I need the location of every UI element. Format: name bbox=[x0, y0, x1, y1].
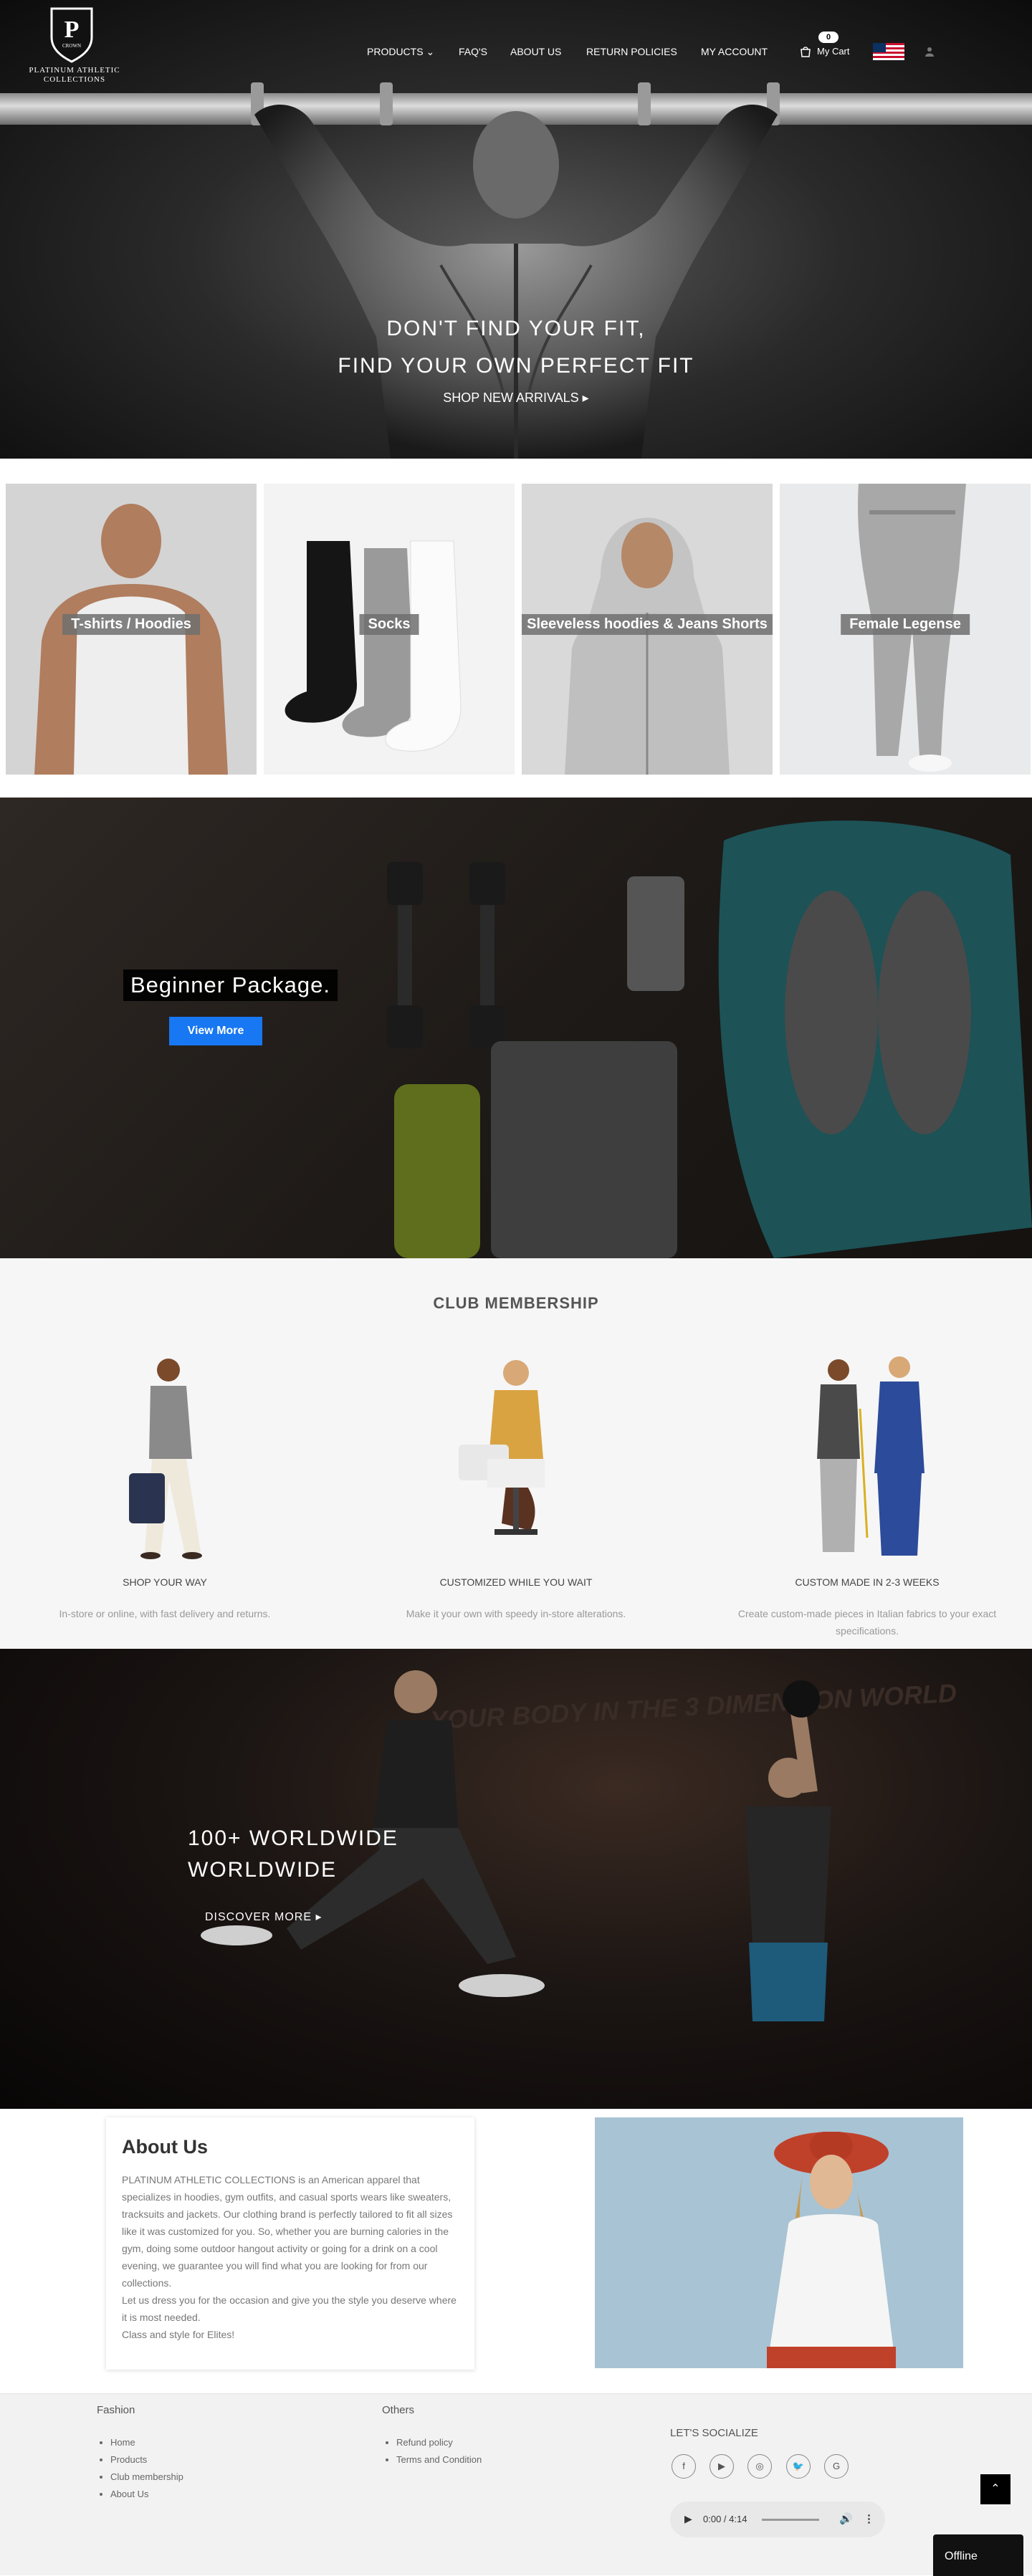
footer-link[interactable]: Home bbox=[110, 2434, 183, 2451]
gym-athletes-image bbox=[201, 1670, 831, 2021]
footer-link[interactable]: Refund policy bbox=[396, 2434, 482, 2451]
about-text-3: Class and style for Elites! bbox=[122, 2329, 235, 2340]
footer-link-refund-policy[interactable]: Refund policy bbox=[396, 2437, 453, 2448]
footer-link-club-membership[interactable]: Club membership bbox=[110, 2471, 183, 2482]
worldwide-banner: YOUR BODY IN THE 3 DIMENSION WORLD 100+ … bbox=[0, 1649, 1032, 2109]
category-tile-sleeveless[interactable]: Sleeveless hoodies & Jeans Shorts bbox=[522, 484, 773, 775]
hero-title-line1: DON'T FIND YOUR FIT, bbox=[386, 317, 646, 340]
footer-fashion-title: Fashion bbox=[97, 2404, 135, 2416]
about-text-2: Let us dress you for the occasion and gi… bbox=[122, 2294, 457, 2323]
nav-return-policies[interactable]: RETURN POLICIES bbox=[586, 46, 677, 57]
site-footer: Fashion Home Products Club membership Ab… bbox=[0, 2393, 1032, 2576]
feature-custom-made: CUSTOM MADE IN 2-3 WEEKS Create custom-m… bbox=[717, 1351, 1018, 1639]
section-title: CLUB MEMBERSHIP bbox=[433, 1294, 599, 1312]
footer-link[interactable]: About Us bbox=[110, 2486, 183, 2503]
view-more-button[interactable]: View More bbox=[169, 1017, 262, 1045]
audio-player: ▶ 0:00 / 4:14 🔊 ⋮ bbox=[670, 2501, 885, 2537]
volume-icon[interactable]: 🔊 bbox=[839, 2512, 853, 2525]
club-membership-section: CLUB MEMBERSHIP SHOP YOUR WAY In-store o… bbox=[0, 1258, 1032, 1649]
beginner-package-banner: Beginner Package. View More bbox=[0, 798, 1032, 1258]
player-time: 0:00 / 4:14 bbox=[703, 2514, 747, 2524]
category-tile-socks[interactable]: Socks bbox=[264, 484, 515, 775]
facebook-icon[interactable]: f bbox=[672, 2454, 696, 2479]
feature-desc: Make it your own with speedy in-store al… bbox=[406, 1608, 626, 1619]
cart-button[interactable]: 0 My Cart bbox=[800, 32, 857, 60]
feature-desc: In-store or online, with fast delivery a… bbox=[59, 1608, 271, 1619]
caret-right-icon: ▸ bbox=[582, 391, 589, 405]
discover-more-link[interactable]: DISCOVER MORE ▸ bbox=[205, 1910, 322, 1924]
category-label: Socks bbox=[359, 614, 419, 635]
cart-icon bbox=[801, 47, 811, 57]
feature-shop-your-way: SHOP YOUR WAY In-store or online, with f… bbox=[14, 1351, 315, 1622]
chevron-down-icon: ⌄ bbox=[426, 46, 435, 57]
feature-title: CUSTOM MADE IN 2-3 WEEKS bbox=[795, 1576, 940, 1588]
feature-desc: Create custom-made pieces in Italian fab… bbox=[737, 1608, 997, 1637]
footer-link-home[interactable]: Home bbox=[110, 2437, 135, 2448]
scroll-to-top-button[interactable]: ⌃ bbox=[980, 2474, 1010, 2504]
caret-right-icon: ▸ bbox=[315, 1911, 322, 1923]
gym-equipment-image bbox=[387, 820, 1032, 1258]
cart-label: My Cart bbox=[817, 46, 850, 57]
hero-banner: P CROWN PLATINUM ATHLETIC COLLECTIONS PR… bbox=[0, 0, 1032, 459]
nav-label: PRODUCTS bbox=[367, 46, 424, 57]
worldwide-line1: 100+ WORLDWIDE bbox=[188, 1826, 398, 1850]
youtube-icon[interactable]: ▶ bbox=[710, 2454, 734, 2479]
footer-fashion-links: Home Products Club membership About Us bbox=[97, 2434, 183, 2503]
shop-new-arrivals-link[interactable]: SHOP NEW ARRIVALS ▸ bbox=[0, 391, 1032, 406]
tailor-illustration bbox=[459, 1360, 545, 1535]
footer-others-title: Others bbox=[382, 2404, 415, 2416]
seek-bar[interactable] bbox=[762, 2519, 819, 2521]
category-label: Sleeveless hoodies & Jeans Shorts bbox=[522, 614, 773, 635]
category-tile-female-leggings[interactable]: Female Legense bbox=[780, 484, 1031, 775]
walking-man-illustration bbox=[129, 1359, 202, 1559]
about-model-image bbox=[595, 2117, 963, 2368]
google-icon[interactable]: G bbox=[824, 2454, 849, 2479]
footer-link[interactable]: Club membership bbox=[110, 2469, 183, 2486]
feature-customized: CUSTOMIZED WHILE YOU WAIT Make it your o… bbox=[366, 1351, 666, 1622]
nav-my-account[interactable]: MY ACCOUNT bbox=[701, 46, 768, 57]
worldwide-line2: WORLDWIDE bbox=[188, 1858, 337, 1882]
footer-others-links: Refund policy Terms and Condition bbox=[383, 2434, 482, 2469]
brand-name: PLATINUM ATHLETIC COLLECTIONS bbox=[26, 66, 123, 85]
chevron-up-icon: ⌃ bbox=[990, 2483, 1000, 2495]
worldwide-title: 100+ WORLDWIDE WORLDWIDE bbox=[188, 1823, 398, 1886]
brand-line1: PLATINUM ATHLETIC bbox=[29, 66, 120, 75]
footer-link[interactable]: Products bbox=[110, 2451, 183, 2469]
fitting-illustration bbox=[817, 1356, 924, 1556]
feature-title: CUSTOMIZED WHILE YOU WAIT bbox=[439, 1576, 593, 1588]
nav-products[interactable]: PRODUCTS ⌄ bbox=[367, 46, 434, 58]
category-label: T-shirts / Hoodies bbox=[62, 614, 200, 635]
chat-status-widget[interactable]: Offline bbox=[933, 2534, 1023, 2576]
nav-faqs[interactable]: FAQ'S bbox=[459, 46, 487, 57]
brand-line2: COLLECTIONS bbox=[43, 75, 106, 84]
footer-link-terms[interactable]: Terms and Condition bbox=[396, 2454, 482, 2465]
about-us-card: About Us PLATINUM ATHLETIC COLLECTIONS i… bbox=[106, 2117, 474, 2370]
about-title: About Us bbox=[122, 2136, 208, 2158]
about-text: PLATINUM ATHLETIC COLLECTIONS is an Amer… bbox=[122, 2174, 453, 2289]
footer-link-products[interactable]: Products bbox=[110, 2454, 147, 2465]
nav-about-us[interactable]: ABOUT US bbox=[510, 46, 561, 57]
logo-letter: P bbox=[64, 16, 80, 43]
twitter-icon[interactable]: 🐦 bbox=[786, 2454, 811, 2479]
category-grid: T-shirts / Hoodies Socks Sleeveless hood… bbox=[0, 484, 1032, 775]
category-tile-tshirts[interactable]: T-shirts / Hoodies bbox=[6, 484, 257, 775]
us-flag-icon[interactable] bbox=[873, 43, 904, 60]
site-header: P CROWN PLATINUM ATHLETIC COLLECTIONS PR… bbox=[0, 0, 1032, 93]
user-icon[interactable] bbox=[924, 46, 935, 57]
footer-link[interactable]: Terms and Condition bbox=[396, 2451, 482, 2469]
category-label: Female Legense bbox=[841, 614, 970, 635]
model-photo bbox=[595, 2117, 963, 2368]
hero-title-line2: FIND YOUR OWN PERFECT FIT bbox=[338, 354, 694, 378]
footer-link-about-us[interactable]: About Us bbox=[110, 2489, 148, 2499]
beginner-package-title: Beginner Package. bbox=[123, 969, 338, 1001]
cta-label: DISCOVER MORE bbox=[205, 1911, 312, 1923]
cta-label: SHOP NEW ARRIVALS bbox=[443, 391, 579, 405]
cart-count-badge: 0 bbox=[818, 32, 838, 43]
more-options-icon[interactable]: ⋮ bbox=[864, 2512, 874, 2525]
social-title: LET'S SOCIALIZE bbox=[670, 2427, 758, 2439]
play-icon[interactable]: ▶ bbox=[684, 2513, 692, 2525]
instagram-icon[interactable]: ◎ bbox=[747, 2454, 772, 2479]
feature-title: SHOP YOUR WAY bbox=[123, 1576, 207, 1588]
